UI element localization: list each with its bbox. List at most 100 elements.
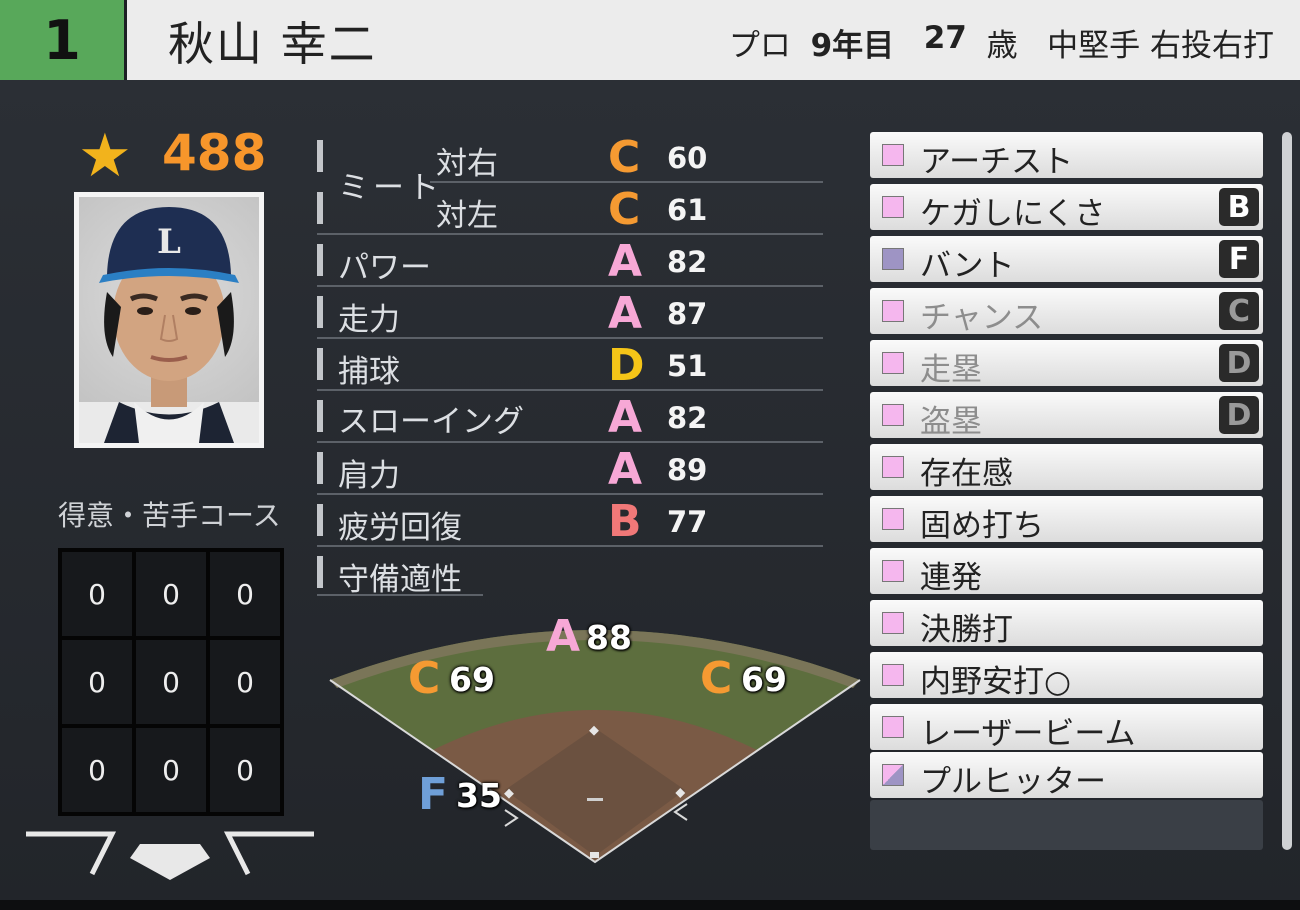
speed-label: 走力 [338, 302, 400, 338]
pro-label: プロ [728, 28, 791, 64]
meet-left-grade: C [608, 184, 641, 235]
player-position: 中堅手 [1047, 28, 1141, 64]
zone-title: 得意・苦手コース [58, 499, 281, 532]
ability-label: レーザービーム [920, 716, 1136, 752]
ability-rank: C [1219, 292, 1259, 330]
pink-square-icon [882, 300, 904, 322]
ability-empty-slot [870, 800, 1263, 850]
player-header: 1 秋山 幸二 プロ 9年目 27 歳 中堅手 右投右打 [0, 0, 1300, 80]
pink-square-icon [882, 196, 904, 218]
split-square-icon [882, 764, 904, 786]
stat-marker [317, 452, 323, 484]
ability-label: バント [920, 248, 1015, 284]
stat-marker [317, 140, 323, 172]
ability-label: ケガしにくさ [920, 196, 1106, 232]
zone-cell: 0 [210, 728, 280, 812]
left-field-grade: C [408, 653, 441, 704]
ability-item[interactable]: 連発 [870, 548, 1263, 596]
right-field-grade: C [700, 653, 733, 704]
bottom-strip [0, 900, 1300, 910]
header-divider [124, 0, 127, 80]
ability-label: 盗塁 [920, 404, 982, 440]
speed-value: 87 [667, 297, 708, 331]
ability-label: 固め打ち [920, 508, 1044, 544]
throwing-value: 82 [667, 401, 708, 435]
recovery-value: 77 [667, 505, 708, 539]
purple-square-icon [882, 248, 904, 270]
home-plate-icon [26, 831, 314, 880]
stat-divider [317, 337, 823, 339]
ability-item[interactable]: 盗塁 D [870, 392, 1263, 440]
pink-square-icon [882, 612, 904, 634]
ability-item[interactable]: プルヒッター [870, 752, 1263, 800]
ability-item[interactable]: レーザービーム [870, 704, 1263, 752]
arm-label: 肩力 [338, 458, 400, 494]
zone-cell: 0 [62, 728, 132, 812]
power-value: 82 [667, 245, 708, 279]
speed-grade: A [608, 288, 643, 339]
ability-label: 内野安打○ [920, 664, 1072, 700]
ability-item[interactable]: チャンス C [870, 288, 1263, 336]
ability-label: 連発 [920, 560, 982, 596]
throwing-label: スローイング [338, 404, 524, 440]
meet-label: ミート [338, 170, 443, 206]
stat-divider [317, 493, 823, 495]
stat-divider [317, 389, 823, 391]
stat-marker [317, 244, 323, 276]
zone-cell: 0 [62, 552, 132, 636]
ability-item[interactable]: 走塁 D [870, 340, 1263, 388]
stat-divider [317, 285, 823, 287]
svg-text:L: L [157, 222, 181, 262]
player-portrait: L [74, 192, 264, 448]
pink-square-icon [882, 716, 904, 738]
center-field-grade: A [546, 611, 581, 662]
star-icon: ★ [78, 121, 132, 191]
stat-divider [430, 181, 823, 183]
player-age: 27 [923, 20, 967, 56]
stat-marker [317, 400, 323, 432]
ability-label: 存在感 [920, 456, 1013, 492]
ability-item[interactable]: バント F [870, 236, 1263, 284]
ability-rank: D [1219, 396, 1259, 434]
infield-value: 35 [456, 776, 502, 815]
ability-item[interactable]: 存在感 [870, 444, 1263, 492]
stat-marker [317, 192, 323, 224]
stat-divider [317, 545, 823, 547]
infield-grade: F [418, 769, 449, 820]
age-unit: 歳 [986, 28, 1018, 64]
ability-label: 決勝打 [920, 612, 1013, 648]
ability-label: アーチスト [920, 144, 1074, 180]
catch-grade: D [608, 340, 645, 391]
player-number: 1 [0, 0, 124, 80]
pink-square-icon [882, 508, 904, 530]
ability-label: チャンス [920, 300, 1044, 336]
player-name: 秋山 幸二 [168, 17, 377, 71]
meet-right-label: 対右 [436, 146, 498, 182]
stat-marker [317, 504, 323, 536]
ability-item[interactable]: 固め打ち [870, 496, 1263, 544]
ability-item[interactable]: アーチスト [870, 132, 1263, 180]
meet-right-value: 60 [667, 141, 708, 175]
ability-scrollbar[interactable] [1282, 132, 1292, 850]
ability-rank: D [1219, 344, 1259, 382]
arm-grade: A [608, 444, 643, 495]
center-field-value: 88 [586, 618, 632, 657]
stat-divider [317, 594, 483, 596]
defense-label: 守備適性 [338, 562, 462, 598]
catch-label: 捕球 [338, 354, 400, 390]
throw-bat: 右投右打 [1150, 28, 1274, 64]
zone-cell: 0 [210, 552, 280, 636]
pink-square-icon [882, 664, 904, 686]
arm-value: 89 [667, 453, 708, 487]
player-info: プロ 9年目 27 歳 中堅手 右投右打 [729, 20, 1274, 65]
zone-cell: 0 [136, 728, 206, 812]
zone-cell: 0 [136, 640, 206, 724]
ability-rank: B [1219, 188, 1259, 226]
stat-divider [317, 233, 823, 235]
ability-item[interactable]: 決勝打 [870, 600, 1263, 648]
recovery-grade: B [608, 496, 642, 547]
ability-item[interactable]: ケガしにくさ B [870, 184, 1263, 232]
ability-item[interactable]: 内野安打○ [870, 652, 1263, 700]
ability-label: プルヒッター [920, 764, 1106, 800]
recovery-label: 疲労回復 [338, 510, 462, 546]
